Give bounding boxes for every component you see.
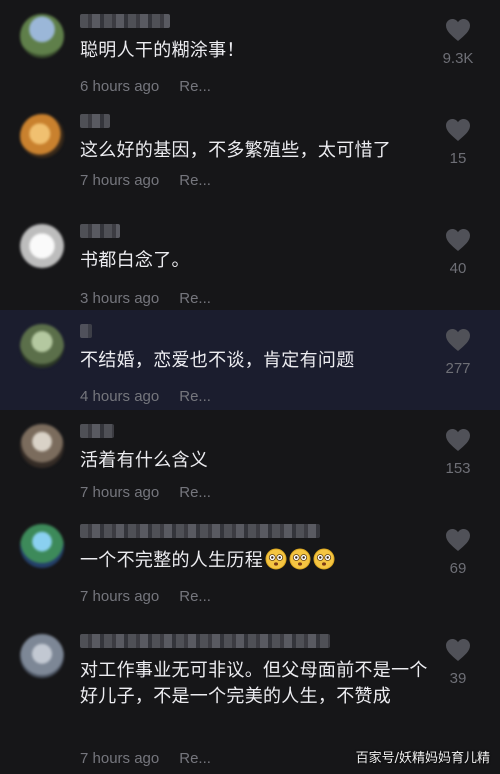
username-redacted[interactable]	[80, 424, 114, 438]
comment-text: 书都白念了。	[80, 248, 430, 274]
comment-item[interactable]: 活着有什么含义 7 hours ago Re... 153	[0, 410, 500, 510]
comment-text: 一个不完整的人生历程	[80, 548, 430, 578]
comment-meta: 7 hours ago Re...	[80, 588, 211, 605]
flushed-face-emoji-icon	[289, 548, 311, 578]
comment-time: 3 hours ago	[80, 290, 160, 307]
comment-item[interactable]: 这么好的基因，不多繁殖些，太可惜了 7 hours ago Re... 15	[0, 100, 500, 210]
like-button[interactable]: 9.3K	[428, 18, 488, 67]
watermark: 百家号/妖精妈妈育儿精	[355, 751, 490, 766]
heart-icon[interactable]	[428, 638, 488, 662]
like-count: 153	[445, 460, 471, 477]
comment-text: 不结婚，恋爱也不谈，肯定有问题	[80, 348, 430, 374]
avatar[interactable]	[20, 634, 64, 678]
username-redacted[interactable]	[80, 14, 170, 28]
username-redacted[interactable]	[80, 114, 110, 128]
username-redacted[interactable]	[80, 524, 320, 538]
comment-time: 7 hours ago	[80, 484, 160, 501]
comment-time: 7 hours ago	[80, 588, 160, 605]
username-redacted[interactable]	[80, 634, 330, 648]
like-count: 40	[449, 260, 467, 277]
heart-icon[interactable]	[428, 228, 488, 252]
comment-text-content: 对工作事业无可非议。但父母面前不是一个好儿子，不是一个完美的人生，不赞成	[80, 660, 428, 707]
comment-time: 6 hours ago	[80, 78, 160, 95]
comment-item[interactable]: 书都白念了。 3 hours ago Re... 40	[0, 210, 500, 310]
avatar[interactable]	[20, 324, 64, 368]
comment-time: 7 hours ago	[80, 172, 160, 189]
comment-meta: 6 hours ago Re...	[80, 78, 211, 95]
comment-text-content: 聪明人干的糊涂事！	[80, 40, 245, 61]
avatar[interactable]	[20, 14, 64, 58]
comment-time: 7 hours ago	[80, 750, 160, 767]
reply-button[interactable]: Re...	[179, 750, 211, 767]
reply-button[interactable]: Re...	[179, 388, 211, 405]
comment-item[interactable]: 聪明人干的糊涂事！ 6 hours ago Re... 9.3K	[0, 0, 500, 100]
like-button[interactable]: 69	[428, 528, 488, 577]
username-redacted[interactable]	[80, 224, 120, 238]
comment-text-content: 不结婚，恋爱也不谈，肯定有问题	[80, 350, 355, 371]
like-button[interactable]: 15	[428, 118, 488, 167]
comment-text: 聪明人干的糊涂事！	[80, 38, 430, 64]
comment-time: 4 hours ago	[80, 388, 160, 405]
comment-text-content: 这么好的基因，不多繁殖些，太可惜了	[80, 140, 392, 161]
comment-list: 聪明人干的糊涂事！ 6 hours ago Re... 9.3K 这么好的基因，不多繁殖…	[0, 0, 500, 774]
comment-meta: 3 hours ago Re...	[80, 290, 211, 307]
heart-icon[interactable]	[428, 18, 488, 42]
like-button[interactable]: 39	[428, 638, 488, 687]
reply-button[interactable]: Re...	[179, 172, 211, 189]
like-count: 277	[445, 360, 471, 377]
comment-meta: 7 hours ago Re...	[80, 750, 211, 767]
comment-meta: 4 hours ago Re...	[80, 388, 211, 405]
like-button[interactable]: 153	[428, 428, 488, 477]
comment-text-content: 一个不完整的人生历程	[80, 550, 263, 571]
like-button[interactable]: 277	[428, 328, 488, 377]
username-redacted[interactable]	[80, 324, 92, 338]
avatar[interactable]	[20, 424, 64, 468]
comment-text: 活着有什么含义	[80, 448, 430, 474]
comment-text: 这么好的基因，不多繁殖些，太可惜了	[80, 138, 430, 164]
flushed-face-emoji-icon	[265, 548, 287, 578]
heart-icon[interactable]	[428, 118, 488, 142]
reply-button[interactable]: Re...	[179, 290, 211, 307]
avatar[interactable]	[20, 114, 64, 158]
like-button[interactable]: 40	[428, 228, 488, 277]
comment-text-content: 活着有什么含义	[80, 450, 209, 471]
like-count: 9.3K	[442, 50, 474, 67]
like-count: 39	[449, 670, 467, 687]
comment-item[interactable]: 一个不完整的人生历程 7 hours ago Re... 69	[0, 510, 500, 620]
like-count: 69	[449, 560, 467, 577]
reply-button[interactable]: Re...	[179, 484, 211, 501]
heart-icon[interactable]	[428, 428, 488, 452]
reply-button[interactable]: Re...	[179, 588, 211, 605]
reply-button[interactable]: Re...	[179, 78, 211, 95]
heart-icon[interactable]	[428, 328, 488, 352]
comment-meta: 7 hours ago Re...	[80, 172, 211, 189]
heart-icon[interactable]	[428, 528, 488, 552]
flushed-face-emoji-icon	[313, 548, 335, 578]
avatar[interactable]	[20, 524, 64, 568]
comment-text-content: 书都白念了。	[80, 250, 190, 271]
comment-text: 对工作事业无可非议。但父母面前不是一个好儿子，不是一个完美的人生，不赞成	[80, 658, 430, 710]
comment-item[interactable]: 不结婚，恋爱也不谈，肯定有问题 4 hours ago Re... 277	[0, 310, 500, 410]
avatar[interactable]	[20, 224, 64, 268]
like-count: 15	[449, 150, 467, 167]
comment-meta: 7 hours ago Re...	[80, 484, 211, 501]
